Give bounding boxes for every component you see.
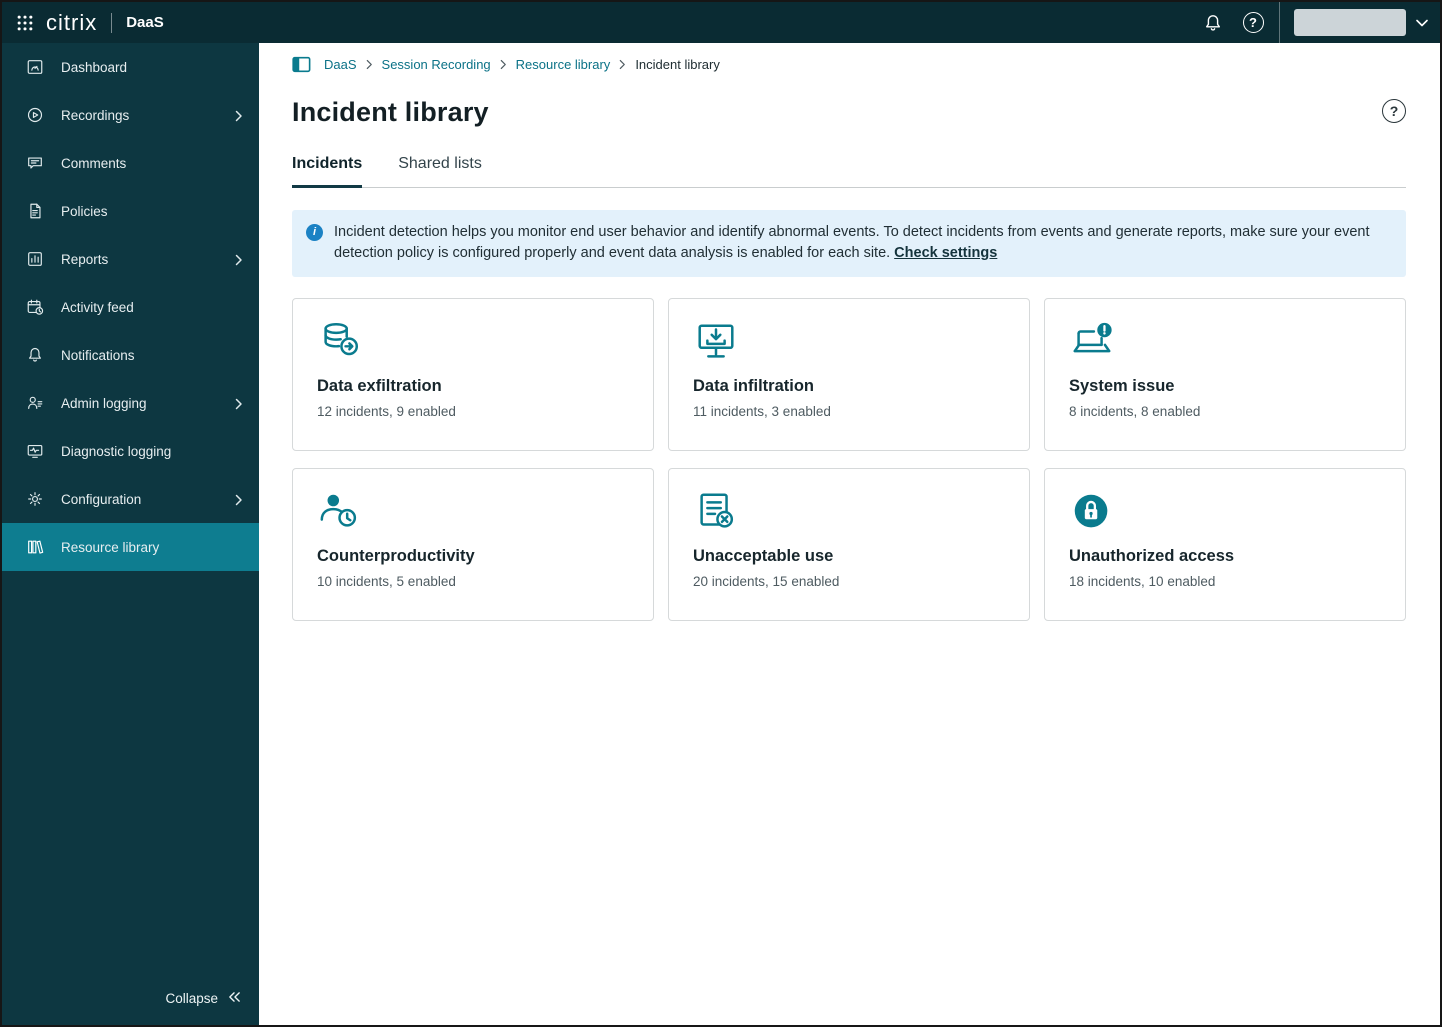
sidebar-item-dashboard[interactable]: Dashboard — [2, 43, 259, 91]
tab-shared-lists[interactable]: Shared lists — [398, 155, 482, 187]
sidebar-item-label: Notifications — [61, 347, 135, 363]
data-exfiltration-icon — [317, 319, 629, 369]
card-subtitle: 18 incidents, 10 enabled — [1069, 574, 1216, 590]
sidebar-item-reports[interactable]: Reports — [2, 235, 259, 283]
breadcrumb: DaaS Session Recording Resource library … — [292, 56, 1406, 73]
card-unacceptable-use[interactable]: Unacceptable use 20 incidents, 15 enable… — [668, 468, 1030, 622]
card-counterproductivity[interactable]: Counterproductivity 10 incidents, 5 enab… — [292, 468, 654, 622]
sidebar-item-policies[interactable]: Policies — [2, 187, 259, 235]
app-window: citrix DaaS ? Dashboard Recordings Comme… — [0, 0, 1442, 1027]
help-icon[interactable]: ? — [1233, 2, 1273, 43]
sidebar-item-label: Dashboard — [61, 59, 128, 75]
card-subtitle: 20 incidents, 15 enabled — [693, 574, 840, 590]
main-content: DaaS Session Recording Resource library … — [259, 43, 1440, 1025]
counterproductivity-icon — [317, 489, 629, 539]
breadcrumb-current: Incident library — [635, 57, 720, 72]
breadcrumb-link-resource-library[interactable]: Resource library — [516, 57, 611, 72]
sidebar-item-configuration[interactable]: Configuration — [2, 475, 259, 523]
page-title: Incident library — [292, 97, 489, 127]
top-bar: citrix DaaS ? — [2, 2, 1440, 43]
info-icon: i — [306, 224, 323, 241]
chevron-right-icon — [235, 254, 243, 266]
diagnostic-logging-icon — [26, 442, 44, 460]
card-data-infiltration[interactable]: Data infiltration 11 incidents, 3 enable… — [668, 298, 1030, 452]
sidebar-item-label: Admin logging — [61, 395, 147, 411]
card-system-issue[interactable]: System issue 8 incidents, 8 enabled — [1044, 298, 1406, 452]
sidebar-collapse-button[interactable]: Collapse — [2, 971, 259, 1025]
sidebar-item-comments[interactable]: Comments — [2, 139, 259, 187]
comments-icon — [26, 154, 44, 172]
check-settings-link[interactable]: Check settings — [894, 245, 997, 261]
sidebar-item-resource-library[interactable]: Resource library — [2, 523, 259, 571]
citrix-logo: citrix — [46, 9, 98, 35]
card-title: Data infiltration — [693, 377, 815, 396]
chevron-right-icon — [500, 59, 507, 70]
sidebar-item-label: Policies — [61, 203, 108, 219]
card-title: Unacceptable use — [693, 547, 834, 566]
card-subtitle: 8 incidents, 8 enabled — [1069, 404, 1201, 420]
chevron-right-icon — [366, 59, 373, 70]
sidebar-item-label: Configuration — [61, 491, 142, 507]
incident-card-grid: Data exfiltration 12 incidents, 9 enable… — [292, 298, 1406, 622]
card-subtitle: 10 incidents, 5 enabled — [317, 574, 456, 590]
breadcrumb-link-session-recording[interactable]: Session Recording — [382, 57, 491, 72]
chevron-right-icon — [235, 494, 243, 506]
sidebar-item-notifications[interactable]: Notifications — [2, 331, 259, 379]
sidebar-item-label: Resource library — [61, 539, 160, 555]
data-infiltration-icon — [693, 319, 1005, 369]
card-title: Counterproductivity — [317, 547, 475, 566]
double-chevron-left-icon — [228, 991, 241, 1006]
sidebar-item-admin-logging[interactable]: Admin logging — [2, 379, 259, 427]
admin-logging-icon — [26, 394, 44, 412]
sidebar: Dashboard Recordings Comments Policies R… — [2, 43, 259, 1025]
sidebar-item-label: Recordings — [61, 107, 130, 123]
recordings-icon — [26, 106, 44, 124]
chevron-right-icon — [235, 110, 243, 122]
card-unauthorized-access[interactable]: Unauthorized access 18 incidents, 10 ena… — [1044, 468, 1406, 622]
card-title: Unauthorized access — [1069, 547, 1235, 566]
waffle-menu-icon[interactable] — [16, 14, 34, 32]
tab-incidents[interactable]: Incidents — [292, 155, 363, 188]
card-subtitle: 12 incidents, 9 enabled — [317, 404, 456, 420]
notifications-icon — [26, 346, 44, 364]
sidebar-item-recordings[interactable]: Recordings — [2, 91, 259, 139]
tab-bar: Incidents Shared lists — [292, 155, 1406, 188]
panel-toggle-icon[interactable] — [292, 56, 311, 73]
breadcrumb-link-daas[interactable]: DaaS — [324, 57, 357, 72]
collapse-label: Collapse — [165, 990, 218, 1006]
resource-library-icon — [26, 538, 44, 556]
sidebar-item-label: Diagnostic logging — [61, 443, 172, 459]
chevron-right-icon — [235, 398, 243, 410]
reports-icon — [26, 250, 44, 268]
card-title: Data exfiltration — [317, 377, 442, 396]
chevron-right-icon — [619, 59, 626, 70]
activity-feed-icon — [26, 298, 44, 316]
info-banner: i Incident detection helps you monitor e… — [292, 210, 1406, 278]
card-subtitle: 11 incidents, 3 enabled — [693, 404, 831, 420]
configuration-icon — [26, 490, 44, 508]
policies-icon — [26, 202, 44, 220]
sidebar-item-label: Activity feed — [61, 299, 134, 315]
sidebar-item-activity-feed[interactable]: Activity feed — [2, 283, 259, 331]
dashboard-icon — [26, 58, 44, 76]
sidebar-item-label: Comments — [61, 155, 127, 171]
system-issue-icon — [1069, 319, 1381, 369]
unacceptable-use-icon — [693, 489, 1005, 539]
header-divider — [111, 12, 113, 33]
chevron-down-icon[interactable] — [1416, 19, 1428, 27]
sidebar-item-label: Reports — [61, 251, 109, 267]
card-title: System issue — [1069, 377, 1175, 396]
product-name: DaaS — [126, 14, 164, 31]
user-menu[interactable] — [1294, 9, 1406, 36]
page-help-button[interactable]: ? — [1382, 99, 1406, 123]
bell-icon[interactable] — [1193, 2, 1233, 43]
sidebar-item-diagnostic-logging[interactable]: Diagnostic logging — [2, 427, 259, 475]
banner-text: Incident detection helps you monitor end… — [334, 224, 1370, 262]
header-separator — [1279, 2, 1280, 43]
card-data-exfiltration[interactable]: Data exfiltration 12 incidents, 9 enable… — [292, 298, 654, 452]
unauthorized-access-icon — [1069, 489, 1381, 539]
